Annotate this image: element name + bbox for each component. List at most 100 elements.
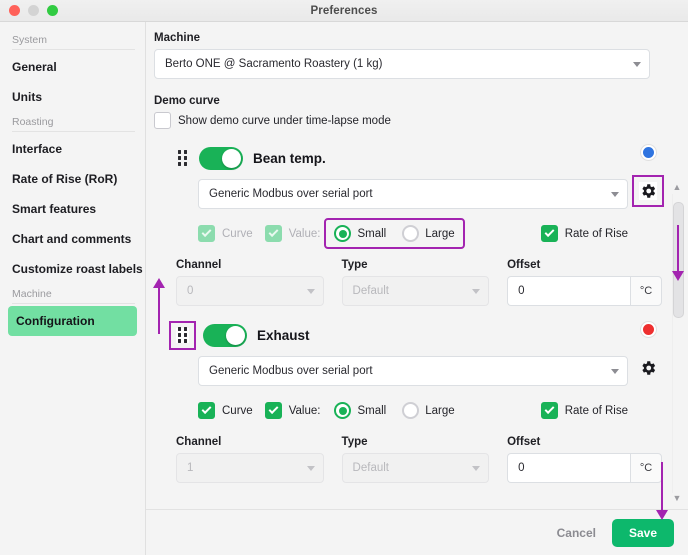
machine-select-value: Berto ONE @ Sacramento Roastery (1 kg) — [165, 58, 383, 70]
radio-selected-icon — [334, 402, 352, 419]
bean-temp-curve-row[interactable]: Curve — [198, 225, 253, 242]
bean-temp-value-checkbox[interactable] — [264, 225, 282, 242]
machine-label: Machine — [154, 32, 201, 44]
bean-temp-offset-col: Offset 0 °C — [507, 259, 663, 306]
machine-section: Machine Berto ONE @ Sacramento Roastery … — [154, 32, 668, 79]
bean-temp-curve-checkbox[interactable] — [198, 225, 215, 242]
demo-curve-checkbox[interactable] — [154, 112, 171, 129]
exhaust-channel-select[interactable]: 1 — [176, 453, 324, 483]
exhaust-params-row: Channel 1 Type Default Offset 0 °C — [154, 436, 668, 483]
exhaust-value-row[interactable]: Value: — [264, 402, 321, 419]
bean-temp-color-dot[interactable] — [640, 145, 656, 160]
chevron-down-icon — [633, 61, 641, 67]
bean-temp-enable-toggle[interactable] — [199, 146, 243, 170]
bean-temp-type-label: Type — [341, 259, 368, 271]
scroll-down-icon[interactable]: ▼ — [673, 493, 682, 505]
exhaust-value-checkbox[interactable] — [264, 402, 282, 419]
bean-temp-device-select[interactable]: Generic Modbus over serial port — [198, 179, 628, 209]
sidebar-item-smart-features[interactable]: Smart features — [0, 194, 145, 224]
machine-select[interactable]: Berto ONE @ Sacramento Roastery (1 kg) — [154, 49, 650, 79]
bean-temp-gear-icon[interactable] — [632, 175, 664, 207]
exhaust-type-col: Type Default — [341, 436, 490, 483]
scrollbar-track[interactable] — [671, 194, 684, 493]
bean-temp-offset-wrap: 0 °C — [507, 276, 663, 306]
bean-temp-channel-label: Channel — [176, 259, 222, 271]
bean-temp-params-row: Channel 0 Type Default Offset 0 °C — [154, 259, 668, 306]
exhaust-channel-col: Channel 1 — [176, 436, 324, 483]
vertical-scrollbar[interactable]: ▲ ▼ — [670, 182, 684, 505]
sidebar-item-customize-roast-labels[interactable]: Customize roast labels — [0, 254, 145, 284]
radio-selected-icon — [334, 225, 352, 242]
bean-temp-channel-value: 0 — [187, 285, 194, 297]
bean-temp-size-large[interactable]: Large — [402, 225, 455, 242]
exhaust-ror-label: Rate of Rise — [564, 404, 628, 417]
chevron-down-icon — [306, 288, 315, 294]
bean-temp-size-radio-group: Small Large — [324, 218, 465, 249]
chevron-down-icon — [472, 288, 481, 294]
channel-section-exhaust: Exhaust Generic Modbus over serial port — [154, 320, 668, 424]
exhaust-curve-label: Curve — [222, 404, 253, 417]
sidebar-item-general[interactable]: General — [0, 52, 145, 82]
exhaust-gear-icon[interactable] — [639, 359, 657, 377]
bean-temp-device-row: Generic Modbus over serial port — [198, 179, 628, 209]
bean-temp-channel-col: Channel 0 — [176, 259, 324, 306]
save-button[interactable]: Save — [611, 518, 674, 547]
bean-temp-offset-input[interactable]: 0 — [507, 276, 631, 306]
sidebar-item-configuration[interactable]: Configuration — [8, 306, 137, 336]
exhaust-size-large[interactable]: Large — [402, 402, 455, 419]
bean-temp-ror-row[interactable]: Rate of Rise — [540, 225, 628, 242]
preferences-window: Preferences System General Units Roastin… — [0, 0, 688, 555]
sidebar-item-units[interactable]: Units — [0, 82, 145, 112]
cancel-button[interactable]: Cancel — [557, 526, 596, 540]
bean-temp-value-row[interactable]: Value: — [264, 225, 321, 242]
exhaust-device-select[interactable]: Generic Modbus over serial port — [198, 356, 628, 386]
bean-temp-device-value: Generic Modbus over serial port — [209, 188, 373, 200]
sidebar-item-interface[interactable]: Interface — [0, 134, 145, 164]
drag-handle-icon[interactable] — [176, 150, 189, 166]
bean-temp-name: Bean temp. — [253, 150, 326, 166]
exhaust-channel-value: 1 — [187, 462, 194, 474]
bean-temp-ror-checkbox[interactable] — [540, 225, 558, 242]
page-title: Preferences — [310, 4, 378, 17]
sidebar-item-chart-and-comments[interactable]: Chart and comments — [0, 224, 145, 254]
exhaust-channel-label: Channel — [176, 436, 222, 448]
exhaust-offset-label: Offset — [507, 436, 541, 448]
bean-temp-curve-label: Curve — [222, 227, 253, 240]
sidebar: System General Units Roasting Interface … — [0, 22, 146, 555]
bean-temp-channel-select[interactable]: 0 — [176, 276, 324, 306]
bean-temp-ror-label: Rate of Rise — [564, 227, 628, 240]
sidebar-item-rate-of-rise[interactable]: Rate of Rise (RoR) — [0, 164, 145, 194]
bean-temp-right-column — [628, 145, 668, 207]
exhaust-ror-row[interactable]: Rate of Rise — [540, 402, 628, 419]
bean-temp-type-value: Default — [352, 285, 389, 297]
bean-temp-type-col: Type Default — [341, 259, 490, 306]
exhaust-device-row: Generic Modbus over serial port — [198, 356, 628, 386]
exhaust-device-value: Generic Modbus over serial port — [209, 365, 373, 377]
exhaust-offset-col: Offset 0 °C — [507, 436, 663, 483]
bean-temp-size-small[interactable]: Small — [334, 225, 386, 242]
bean-temp-type-select[interactable]: Default — [341, 276, 490, 306]
demo-curve-checkbox-row[interactable]: Show demo curve under time-lapse mode — [154, 112, 668, 129]
exhaust-size-small[interactable]: Small — [334, 402, 386, 419]
exhaust-size-radio-group: Small Large — [326, 397, 462, 424]
scroll-up-icon[interactable]: ▲ — [673, 182, 682, 194]
demo-curve-label: Demo curve — [154, 95, 220, 107]
bean-temp-header: Bean temp. — [176, 145, 628, 171]
exhaust-value-label: Value: — [288, 404, 321, 417]
exhaust-type-value: Default — [352, 462, 389, 474]
bean-temp-value-label: Value: — [288, 227, 321, 240]
exhaust-ror-checkbox[interactable] — [540, 402, 558, 419]
demo-curve-section: Demo curve Show demo curve under time-la… — [154, 95, 668, 129]
exhaust-curve-row[interactable]: Curve — [198, 402, 253, 419]
chevron-down-icon — [611, 191, 619, 197]
exhaust-enable-toggle[interactable] — [203, 323, 247, 347]
exhaust-type-select[interactable]: Default — [341, 453, 490, 483]
exhaust-offset-input[interactable]: 0 — [507, 453, 631, 483]
exhaust-curve-checkbox[interactable] — [198, 402, 215, 419]
exhaust-color-dot[interactable] — [640, 322, 656, 337]
sidebar-divider — [12, 303, 135, 304]
scrollbar-thumb[interactable] — [672, 202, 684, 318]
bean-temp-size-small-label: Small — [357, 227, 387, 240]
dialog-footer: Cancel Save — [146, 509, 688, 555]
exhaust-drag-handle-icon[interactable] — [169, 320, 196, 350]
